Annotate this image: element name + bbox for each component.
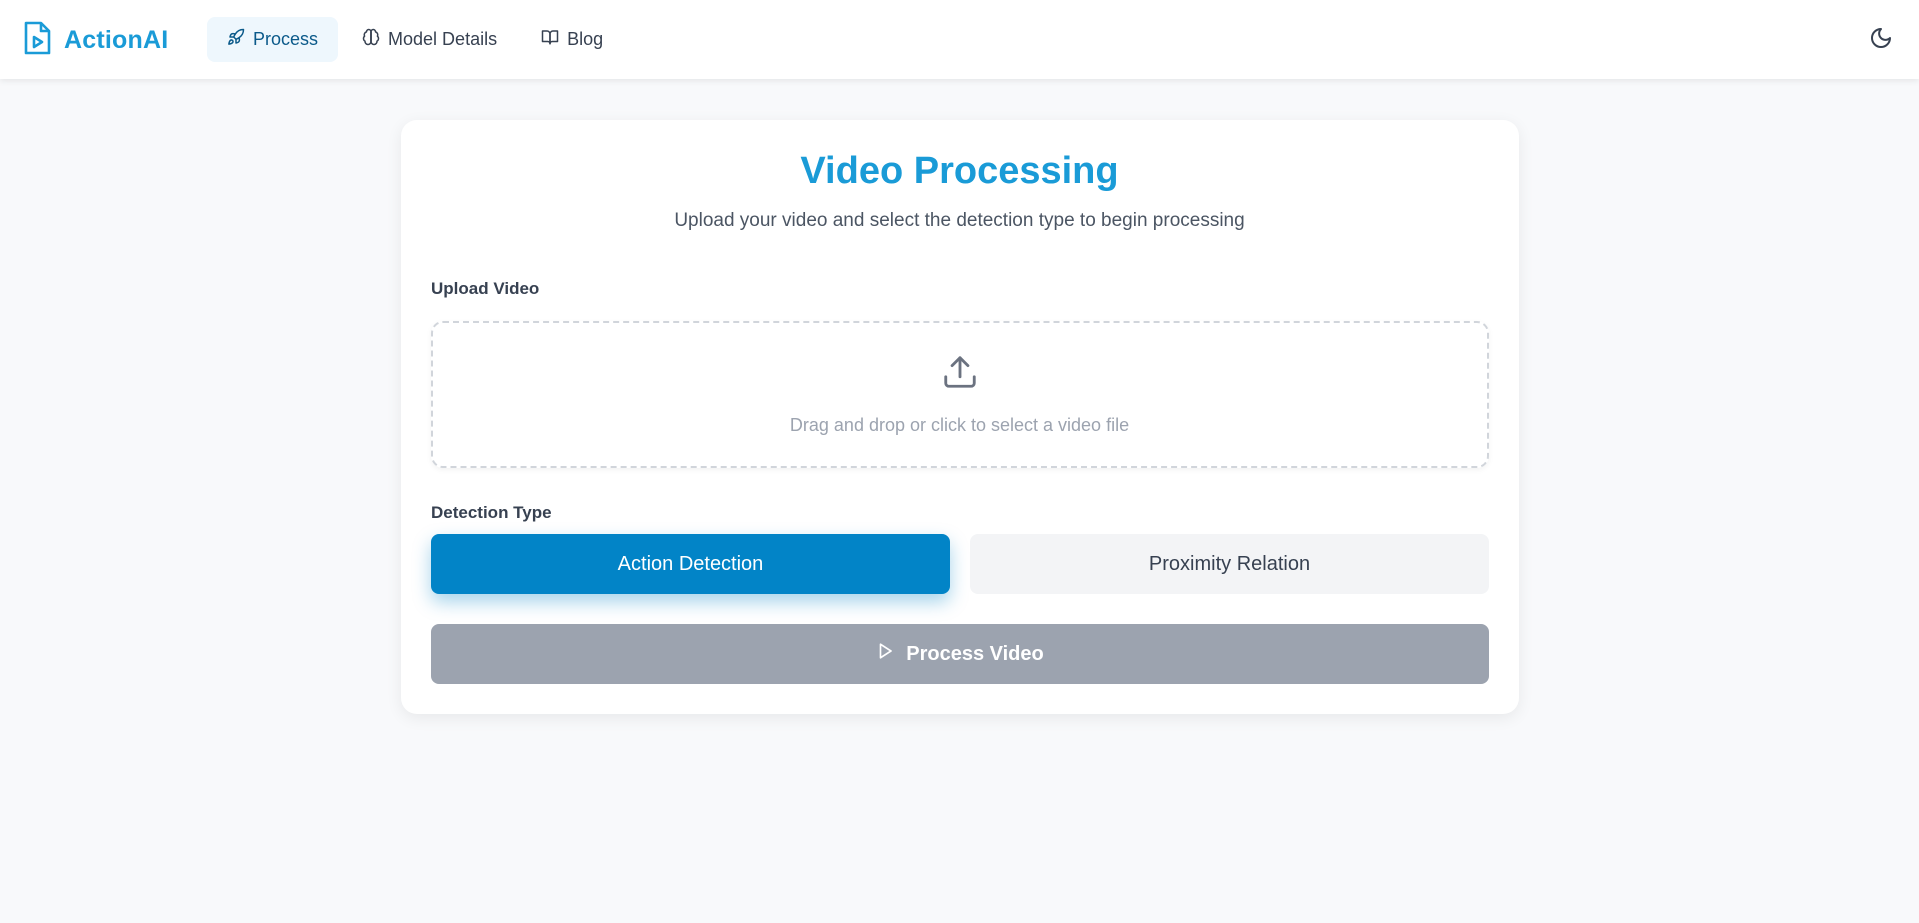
brain-icon [362,28,380,51]
nav-item-model-details[interactable]: Model Details [342,17,517,62]
upload-hint-text: Drag and drop or click to select a video… [789,415,1130,435]
theme-toggle-button[interactable] [1865,24,1897,56]
nav-label-process: Process [253,29,319,49]
page-title: Video Processing [800,150,1119,192]
proximity-relation-label: Proximity Relation [1148,552,1311,575]
nav-label-model-details: Model Details [388,29,498,49]
moon-icon [1869,26,1893,55]
rocket-icon [227,28,245,51]
nav-label-blog: Blog [567,29,604,49]
process-video-label: Process Video [906,642,1044,665]
page-subtitle: Upload your video and select the detecti… [674,210,1245,231]
detection-type-label: Detection Type [431,503,552,522]
proximity-relation-button[interactable]: Proximity Relation [970,534,1489,594]
nav-item-blog[interactable]: Blog [521,17,623,62]
upload-icon [941,353,979,391]
action-detection-button[interactable]: Action Detection [431,534,950,594]
play-icon [876,642,894,666]
main-nav: Process Model Details Blog [207,17,623,62]
book-icon [541,28,559,51]
nav-item-process[interactable]: Process [207,17,339,62]
top-navbar: ActionAI Process Model Details Blog [0,0,1919,79]
file-video-icon [22,20,52,61]
brand-name: ActionAI [64,25,169,54]
upload-label: Upload Video [431,279,540,298]
brand-logo[interactable]: ActionAI [22,20,168,60]
video-upload-dropzone[interactable] [431,321,1489,468]
action-detection-label: Action Detection [617,552,764,575]
process-video-button[interactable]: Process Video [431,624,1489,684]
